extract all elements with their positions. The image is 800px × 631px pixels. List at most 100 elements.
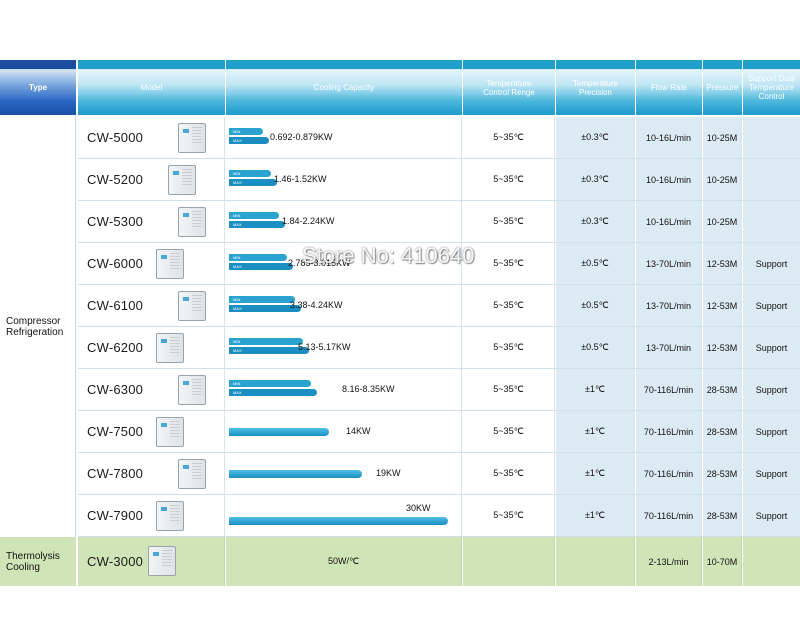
pressure-cell: 10-25M [703, 201, 742, 242]
pressure-cell: 28-53M [703, 453, 742, 494]
temp-range-cell: 5~35℃ [463, 453, 555, 494]
capacity-min-max-bars: MIN MAX [229, 380, 317, 398]
temp-range-value: 5~35℃ [493, 216, 524, 226]
chiller-spec-table: Type Model Cooling Capacity Temperature C… [0, 60, 800, 590]
support-value: Support [755, 342, 788, 353]
chiller-unit-icon [178, 375, 206, 405]
temp-range-cell: 5~35℃ [463, 369, 555, 410]
pressure-value: 12-53M [706, 342, 738, 353]
cooling-capacity-value: 30KW [406, 503, 431, 513]
temp-precision-cell: ±0.3℃ [556, 159, 635, 200]
capacity-min-max-bars: MIN MAX [229, 170, 277, 188]
model-cell: CW-6300 [78, 369, 225, 410]
capacity-bar [229, 428, 329, 436]
pressure-value: 28-53M [706, 510, 738, 521]
temp-range-value: 5~35℃ [493, 342, 524, 352]
model-cell: CW-5300 [78, 201, 225, 242]
cooling-capacity-value: 14KW [346, 426, 371, 436]
flow-rate-value: 10-16L/min [645, 132, 692, 143]
temp-range-cell: 5~35℃ [463, 327, 555, 368]
model-name: CW-3000 [87, 554, 144, 569]
model-name: CW-5300 [87, 214, 144, 229]
support-dual-temp-cell [743, 117, 800, 158]
chiller-unit-icon [178, 459, 206, 489]
flow-rate-cell: 70-116L/min [636, 411, 702, 452]
temp-precision-value: ±1℃ [584, 426, 606, 436]
pressure-value: 28-53M [706, 384, 738, 395]
temp-precision-cell: ±1℃ [556, 495, 635, 536]
cooling-capacity-cell: 14KW [226, 411, 462, 452]
flow-rate-cell: 2-13L/min [636, 537, 702, 586]
flow-rate-value: 13-70L/min [645, 300, 692, 311]
pressure-cell: 28-53M [703, 369, 742, 410]
header-flow-rate: Flow Rate [636, 60, 702, 115]
temp-range-cell: 5~35℃ [463, 117, 555, 158]
pressure-value: 28-53M [706, 468, 738, 479]
temp-range-cell: 5~35℃ [463, 495, 555, 536]
temp-range-value: 5~35℃ [493, 510, 524, 520]
pressure-cell: 28-53M [703, 495, 742, 536]
temp-precision-value: ±0.3℃ [581, 132, 609, 142]
temp-range-cell: 5~35℃ [463, 201, 555, 242]
header-temperature-precision: Temperature Precision [556, 60, 635, 115]
flow-rate-value: 10-16L/min [645, 216, 692, 227]
support-value: Support [755, 384, 788, 395]
temp-range-cell: 5~35℃ [463, 159, 555, 200]
support-dual-temp-cell: Support [743, 453, 800, 494]
temp-range-cell: 5~35℃ [463, 411, 555, 452]
capacity-min-bar: MIN [229, 296, 295, 303]
cooling-capacity-value: 19KW [376, 468, 401, 478]
support-value: Support [755, 300, 788, 311]
store-watermark: Store No: 410640 [302, 243, 475, 268]
temp-precision-cell: ±0.3℃ [556, 201, 635, 242]
support-value: Support [755, 258, 788, 269]
pressure-value: 12-53M [706, 300, 738, 311]
type-compressor-refrigeration: Compressor Refrigeration [0, 117, 76, 537]
cooling-capacity-cell: MIN MAX 3.38-4.24KW [226, 285, 462, 326]
support-dual-temp-cell: Support [743, 243, 800, 284]
capacity-max-bar: MAX [229, 263, 293, 270]
pressure-value: 10-25M [706, 132, 738, 143]
model-cell: CW-6000 [78, 243, 225, 284]
support-dual-temp-cell: Support [743, 411, 800, 452]
pressure-value: 12-53M [706, 258, 738, 269]
capacity-max-bar: MAX [229, 389, 317, 396]
support-dual-temp-cell [743, 201, 800, 242]
flow-rate-value: 70-116L/min [643, 510, 694, 521]
flow-rate-cell: 10-16L/min [636, 201, 702, 242]
flow-rate-cell: 70-116L/min [636, 495, 702, 536]
cooling-capacity-value: 50W/℃ [327, 556, 360, 566]
pressure-cell: 28-53M [703, 411, 742, 452]
support-dual-temp-cell: Support [743, 285, 800, 326]
chiller-unit-icon [168, 165, 196, 195]
temp-range-value: 5~35℃ [493, 132, 524, 142]
model-name: CW-6000 [87, 256, 144, 271]
model-name: CW-5000 [87, 130, 144, 145]
flow-rate-value: 70-116L/min [643, 468, 694, 479]
capacity-min-bar: MIN [229, 380, 311, 387]
table-row-cw-7500: CW-7500 14KW 5~35℃ ±1℃ 70-116L/min 28-53M Supp… [78, 411, 800, 453]
temp-range-value: 5~35℃ [493, 174, 524, 184]
capacity-max-bar: MAX [229, 221, 285, 228]
temp-precision-value: ±1℃ [584, 468, 606, 478]
capacity-min-bar: MIN [229, 128, 263, 135]
pressure-cell: 12-53M [703, 243, 742, 284]
capacity-min-max-bars: MIN MAX [229, 254, 293, 272]
temp-precision-cell: ±1℃ [556, 453, 635, 494]
header-support-dual-temperature-control: Support Dual Temperature Control [743, 60, 800, 115]
temp-range-value: 5~35℃ [493, 258, 524, 268]
model-name: CW-6100 [87, 298, 144, 313]
table-row-cw-5300: CW-5300 MIN MAX 1.84-2.24KW 5~35℃ ±0.3℃ 10-16L… [78, 201, 800, 243]
model-cell: CW-7900 [78, 495, 225, 536]
cooling-capacity-value: 3.38-4.24KW [290, 300, 343, 310]
temp-range-value: 5~35℃ [493, 300, 524, 310]
temp-precision-value: ±0.5℃ [581, 258, 609, 268]
table-row-cw-6200: CW-6200 MIN MAX 5.13-5.17KW 5~35℃ ±0.5℃ 13-70L… [78, 327, 800, 369]
model-cell: CW-6100 [78, 285, 225, 326]
cooling-capacity-cell: MIN MAX 8.16-8.35KW [226, 369, 462, 410]
temp-range-value: 5~35℃ [493, 468, 524, 478]
temp-precision-cell: ±0.5℃ [556, 285, 635, 326]
chiller-unit-icon [178, 123, 206, 153]
model-name: CW-6200 [87, 340, 144, 355]
cooling-capacity-cell: 19KW [226, 453, 462, 494]
